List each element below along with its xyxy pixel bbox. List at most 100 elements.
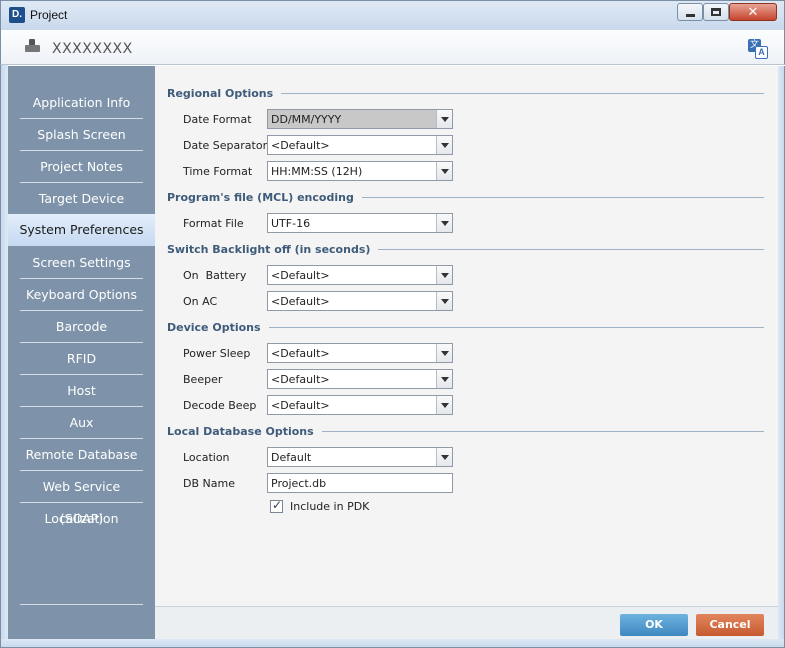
- include-in-pdk-label: Include in PDK: [290, 500, 370, 513]
- sidebar-divider: [20, 604, 143, 605]
- section-title: Program's file (MCL) encoding: [167, 190, 354, 204]
- sidebar-item-rfid[interactable]: RFID: [20, 343, 143, 375]
- chevron-down-icon: [440, 142, 449, 148]
- section-divider: [321, 430, 764, 432]
- dropdown-arrow-button[interactable]: [436, 396, 452, 414]
- power-sleep-label: Power Sleep: [183, 347, 251, 360]
- sidebar-item-system-preferences[interactable]: System Preferences: [8, 214, 155, 246]
- sidebar-item-barcode[interactable]: Barcode: [20, 311, 143, 343]
- section-device-options: Device Options: [167, 320, 764, 334]
- dropdown-arrow-button[interactable]: [436, 136, 452, 154]
- on-ac-value: <Default>: [271, 295, 330, 308]
- maximize-button[interactable]: [703, 3, 729, 21]
- chevron-down-icon: [440, 272, 449, 278]
- sidebar-item-localization[interactable]: Localization: [20, 503, 143, 535]
- decode-beep-select[interactable]: <Default>: [267, 395, 453, 415]
- app-logo-icon: D.: [9, 7, 25, 23]
- chevron-down-icon: [440, 298, 449, 304]
- checkmark-icon: ✓: [272, 498, 283, 512]
- beeper-select[interactable]: <Default>: [267, 369, 453, 389]
- format-file-select[interactable]: UTF-16: [267, 213, 453, 233]
- title-bar[interactable]: D. Project ✕: [0, 0, 785, 30]
- format-file-label: Format File: [183, 217, 244, 230]
- sidebar: Application Info Splash Screen Project N…: [8, 66, 155, 639]
- window-frame-left: [0, 30, 8, 648]
- system-preferences-panel: Regional Options Date Format DD/MM/YYYY …: [155, 66, 778, 606]
- on-ac-select[interactable]: <Default>: [267, 291, 453, 311]
- power-sleep-select[interactable]: <Default>: [267, 343, 453, 363]
- section-title: Regional Options: [167, 86, 274, 100]
- dropdown-arrow-button[interactable]: [436, 448, 452, 466]
- section-regional-options: Regional Options: [167, 86, 764, 100]
- project-name: XXXXXXXX: [52, 41, 133, 57]
- dropdown-arrow-button[interactable]: [436, 344, 452, 362]
- section-divider: [361, 196, 764, 198]
- db-name-label: DB Name: [183, 477, 235, 490]
- dropdown-arrow-button[interactable]: [436, 162, 452, 180]
- beeper-label: Beeper: [183, 373, 223, 386]
- date-separator-select[interactable]: <Default>: [267, 135, 453, 155]
- window-frame-bottom: [0, 639, 785, 648]
- on-ac-label: On AC: [183, 295, 218, 308]
- section-title: Local Database Options: [167, 424, 314, 438]
- sidebar-item-keyboard-options[interactable]: Keyboard Options: [20, 279, 143, 311]
- ok-button[interactable]: OK: [620, 614, 688, 636]
- section-title: Switch Backlight off (in seconds): [167, 242, 371, 256]
- date-separator-value: <Default>: [271, 139, 330, 152]
- chevron-down-icon: [440, 116, 449, 122]
- window-title: Project: [30, 8, 68, 22]
- maximize-icon: [711, 8, 721, 16]
- location-value: Default: [271, 451, 312, 464]
- sidebar-item-aux[interactable]: Aux: [20, 407, 143, 439]
- time-format-select[interactable]: HH:MM:SS (12H): [267, 161, 453, 181]
- chevron-down-icon: [440, 402, 449, 408]
- translate-icon[interactable]: 文 A: [748, 39, 768, 59]
- sidebar-item-splash-screen[interactable]: Splash Screen: [20, 119, 143, 151]
- section-local-database-options: Local Database Options: [167, 424, 764, 438]
- sidebar-item-project-notes[interactable]: Project Notes: [20, 151, 143, 183]
- section-divider: [268, 326, 764, 328]
- section-divider: [281, 92, 764, 94]
- minimize-button[interactable]: [677, 3, 703, 21]
- beeper-value: <Default>: [271, 373, 330, 386]
- dropdown-arrow-button[interactable]: [436, 214, 452, 232]
- on-battery-select[interactable]: <Default>: [267, 265, 453, 285]
- project-icon: [25, 39, 41, 55]
- dropdown-arrow-button[interactable]: [436, 370, 452, 388]
- on-battery-label: On Battery: [183, 269, 247, 282]
- dialog-footer: OK Cancel: [155, 606, 778, 639]
- sidebar-item-target-device[interactable]: Target Device: [20, 183, 143, 215]
- decode-beep-value: <Default>: [271, 399, 330, 412]
- format-file-value: UTF-16: [271, 217, 311, 230]
- date-format-value: DD/MM/YYYY: [271, 113, 342, 126]
- minimize-icon: [685, 13, 695, 17]
- sidebar-item-host[interactable]: Host: [20, 375, 143, 407]
- chevron-down-icon: [440, 454, 449, 460]
- location-select[interactable]: Default: [267, 447, 453, 467]
- power-sleep-value: <Default>: [271, 347, 330, 360]
- dropdown-arrow-button[interactable]: [436, 266, 452, 284]
- date-format-select[interactable]: DD/MM/YYYY: [267, 109, 453, 129]
- include-in-pdk-row[interactable]: ✓ Include in PDK: [270, 498, 370, 513]
- include-in-pdk-checkbox[interactable]: ✓: [270, 498, 283, 513]
- close-icon: ✕: [747, 4, 759, 20]
- chevron-down-icon: [440, 350, 449, 356]
- dropdown-arrow-button[interactable]: [436, 292, 452, 310]
- cancel-button[interactable]: Cancel: [696, 614, 764, 636]
- sidebar-item-screen-settings[interactable]: Screen Settings: [20, 247, 143, 279]
- section-title: Device Options: [167, 320, 261, 334]
- window-frame-right: [778, 66, 785, 648]
- dropdown-arrow-button[interactable]: [436, 110, 452, 128]
- time-format-label: Time Format: [183, 165, 253, 178]
- date-format-label: Date Format: [183, 113, 252, 126]
- sidebar-item-application-info[interactable]: Application Info: [20, 87, 143, 119]
- section-switch-backlight: Switch Backlight off (in seconds): [167, 242, 764, 256]
- project-header: XXXXXXXX 文 A: [0, 30, 785, 65]
- db-name-input[interactable]: [267, 473, 453, 493]
- close-button[interactable]: ✕: [729, 3, 777, 21]
- location-label: Location: [183, 451, 230, 464]
- sidebar-item-remote-database[interactable]: Remote Database: [20, 439, 143, 471]
- time-format-value: HH:MM:SS (12H): [271, 165, 363, 178]
- on-battery-value: <Default>: [271, 269, 330, 282]
- sidebar-item-web-service[interactable]: Web Service (SOAP): [20, 471, 143, 526]
